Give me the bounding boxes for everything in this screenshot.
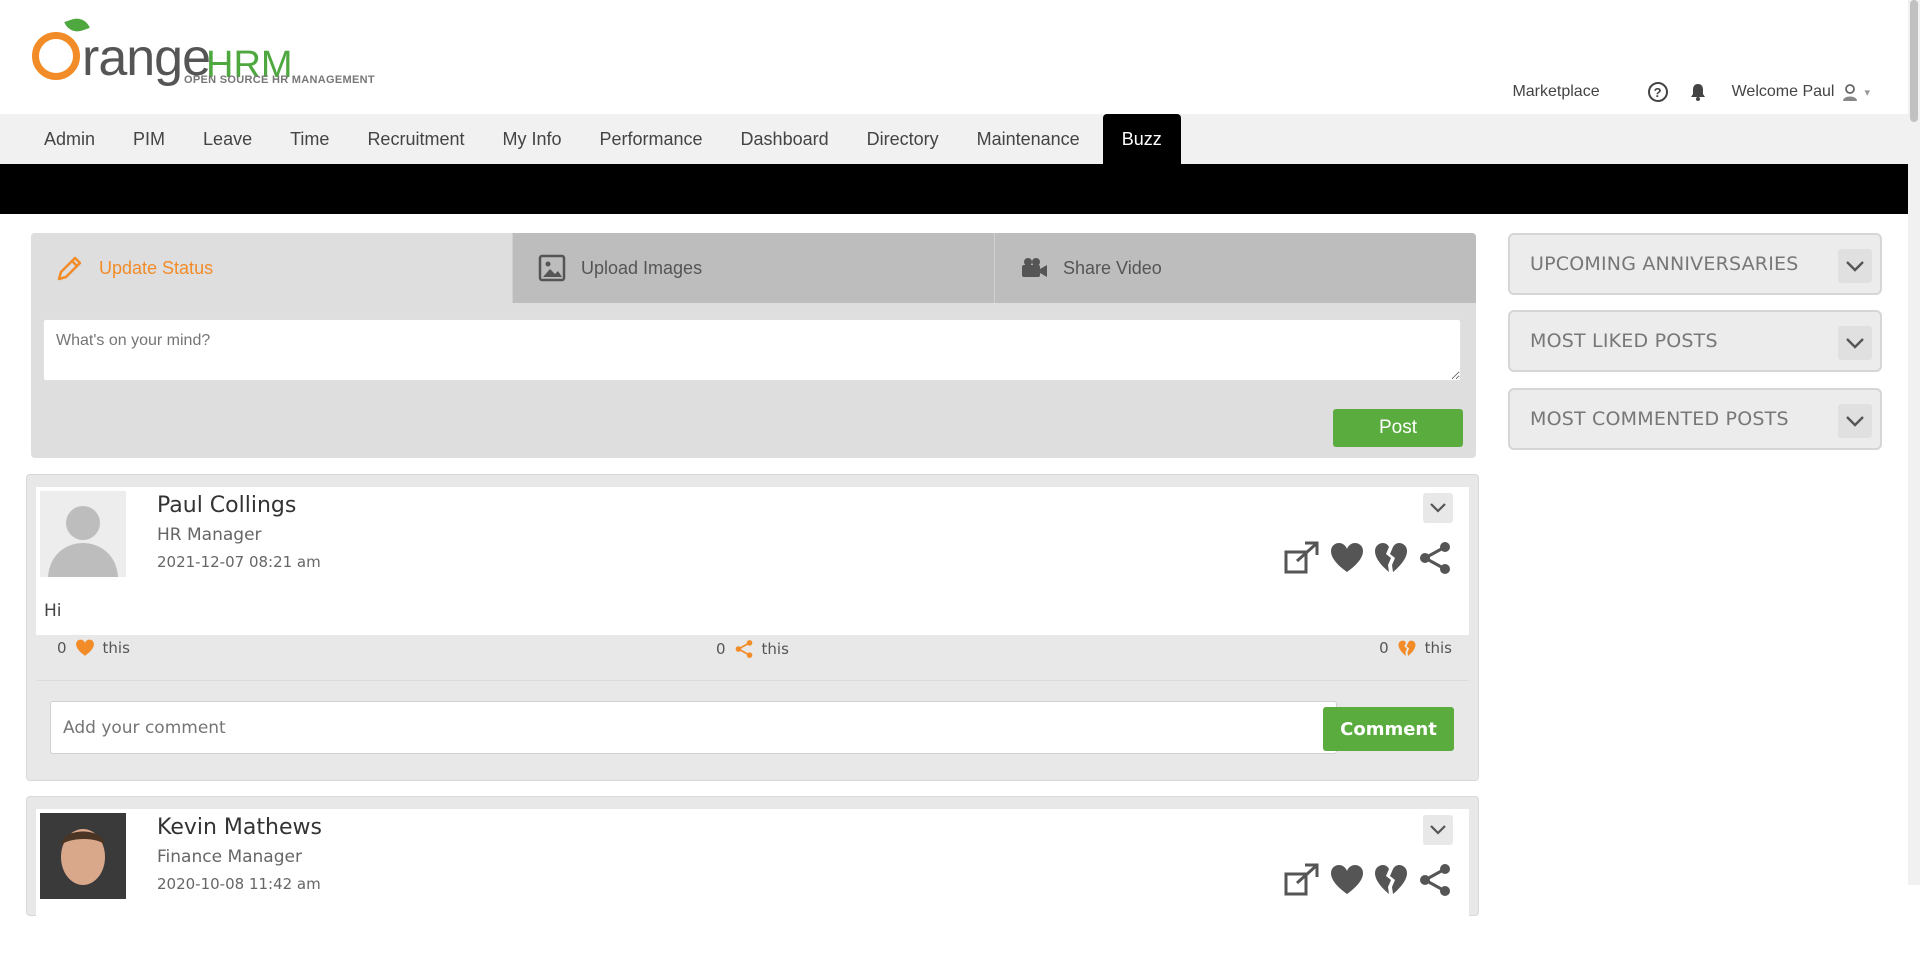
post-author-name[interactable]: Paul Collings [157,493,296,518]
broken-heart-icon[interactable] [1373,540,1409,576]
likes-stat[interactable]: 0 this [57,639,130,657]
post-date: 2021-12-07 08:21 am [157,553,321,571]
dislikes-stat[interactable]: 0 this [1379,639,1452,657]
post-button[interactable]: Post [1333,409,1463,447]
post-options-button[interactable] [1423,493,1453,523]
tab-upload-images[interactable]: Upload Images [512,233,994,303]
chevron-down-icon: ▾ [1864,86,1870,99]
broken-heart-icon [1398,640,1416,656]
heart-icon [75,639,94,656]
share-icon[interactable] [1417,540,1453,576]
welcome-text: Welcome Paul [1731,83,1835,100]
avatar [40,813,126,899]
post-author-job: Finance Manager [157,847,302,867]
chevron-down-icon [1430,503,1446,513]
widget-most-commented-posts[interactable]: MOST COMMENTED POSTS [1508,388,1882,450]
share-post-icon[interactable] [1283,539,1321,577]
tab-share-video-label: Share Video [1063,257,1162,278]
menu-item-buzz[interactable]: Buzz [1102,114,1181,164]
post-date: 2020-10-08 11:42 am [157,875,321,893]
heart-icon[interactable] [1329,540,1365,576]
status-tabs: Update Status Upload Images Share Video [31,233,1476,303]
video-camera-icon [1022,258,1047,277]
post-divider [36,680,1469,681]
comment-input[interactable] [50,701,1337,754]
tab-update-status[interactable]: Update Status [31,233,512,303]
status-panel: Update Status Upload Images Share Video … [31,233,1476,458]
tab-share-video[interactable]: Share Video [994,233,1476,303]
shares-count: 0 [716,640,726,658]
dislikes-count: 0 [1379,639,1389,657]
post-body: Paul Collings HR Manager 2021-12-07 08:2… [36,487,1469,635]
orangehrm-logo: range HRM OPEN SOURCE HR MANAGEMENT [28,14,388,94]
user-icon [1843,84,1858,101]
dislikes-this-label: this [1424,639,1452,657]
page-scrollbar[interactable] [1908,0,1920,885]
menu-item-time[interactable]: Time [271,114,348,164]
post-author-job: HR Manager [157,525,262,545]
share-icon[interactable] [1417,862,1453,898]
post-body: Kevin Mathews Finance Manager 2020-10-08… [36,809,1469,957]
shares-this-label: this [761,640,789,658]
marketplace-link[interactable]: Marketplace [1512,83,1599,101]
chevron-down-icon [1846,337,1864,349]
widget-toggle-button[interactable] [1838,249,1872,283]
post-options-button[interactable] [1423,815,1453,845]
avatar [40,491,126,577]
image-icon [538,254,566,282]
default-avatar-icon [40,491,126,577]
widget-title: MOST LIKED POSTS [1530,330,1718,352]
widget-toggle-button[interactable] [1838,326,1872,360]
menu-item-pim[interactable]: PIM [114,114,184,164]
user-photo-icon [40,813,126,899]
widget-title: UPCOMING ANNIVERSARIES [1530,253,1799,275]
status-input[interactable] [43,319,1461,381]
logo-o-ring [32,32,80,80]
widget-toggle-button[interactable] [1838,404,1872,438]
menu-item-performance[interactable]: Performance [581,114,722,164]
menu-item-dashboard[interactable]: Dashboard [722,114,848,164]
menu-item-directory[interactable]: Directory [848,114,958,164]
chevron-down-icon [1846,415,1864,427]
post-author-name[interactable]: Kevin Mathews [157,815,322,840]
menu-item-admin[interactable]: Admin [24,114,114,164]
comment-button[interactable]: Comment [1323,707,1454,751]
top-right-bar: Marketplace ? Welcome Paul ▾ [1512,82,1870,102]
broken-heart-icon[interactable] [1373,862,1409,898]
bell-icon[interactable] [1688,82,1708,102]
main-menu: Admin PIM Leave Time Recruitment My Info… [0,114,1908,164]
post-text: Hi [44,601,62,621]
shares-stat[interactable]: 0 this [716,639,789,659]
menu-item-leave[interactable]: Leave [184,114,271,164]
scrollbar-thumb[interactable] [1910,0,1918,122]
menu-item-my-info[interactable]: My Info [483,114,580,164]
chevron-down-icon [1846,260,1864,272]
post-card: Kevin Mathews Finance Manager 2020-10-08… [26,796,1479,957]
widget-title: MOST COMMENTED POSTS [1530,408,1789,430]
tab-update-status-label: Update Status [99,257,214,278]
tab-upload-images-label: Upload Images [581,257,703,278]
help-icon[interactable]: ? [1647,82,1668,102]
likes-this-label: this [102,639,130,657]
post-card: Paul Collings HR Manager 2021-12-07 08:2… [26,474,1479,781]
chevron-down-icon [1430,825,1446,835]
share-icon [735,640,752,658]
menu-item-maintenance[interactable]: Maintenance [958,114,1099,164]
logo-tagline: OPEN SOURCE HR MANAGEMENT [184,74,375,86]
submenu-bar [0,164,1908,214]
post-stats: 0 this 0 this 0 this [27,639,1478,665]
menu-item-recruitment[interactable]: Recruitment [348,114,483,164]
widget-most-liked-posts[interactable]: MOST LIKED POSTS [1508,310,1882,372]
welcome-user-menu[interactable]: Welcome Paul ▾ [1732,82,1870,102]
post-actions [1283,861,1453,899]
widget-upcoming-anniversaries[interactable]: UPCOMING ANNIVERSARIES [1508,233,1882,295]
post-actions [1283,539,1453,577]
pencil-icon [57,256,82,281]
heart-icon[interactable] [1329,862,1365,898]
share-post-icon[interactable] [1283,861,1321,899]
likes-count: 0 [57,639,67,657]
